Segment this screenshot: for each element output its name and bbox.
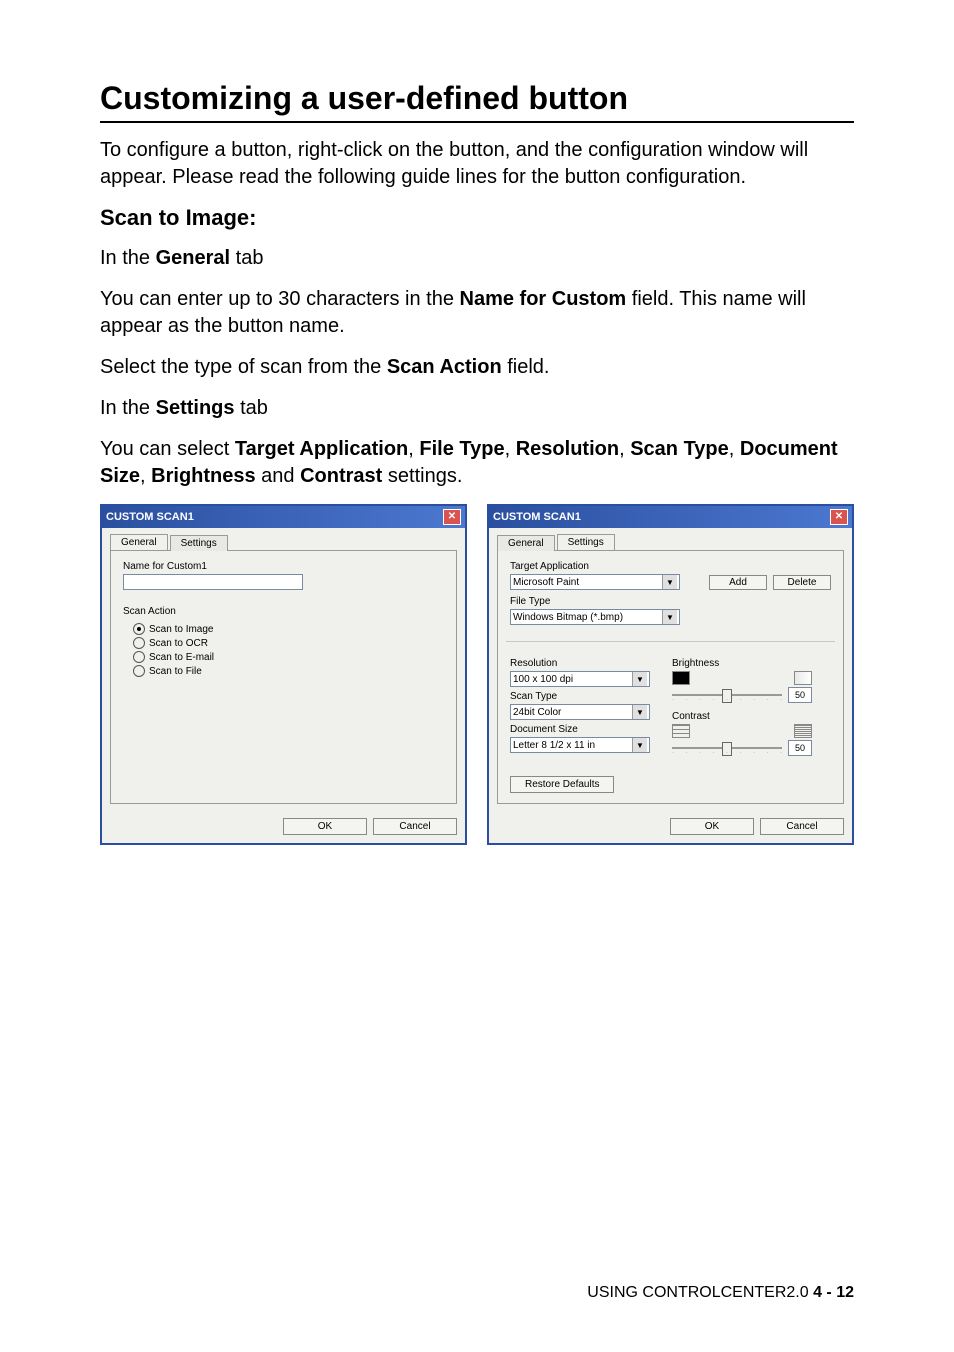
text-fragment: , (140, 465, 151, 487)
scan-action-paragraph: Select the type of scan from the Scan Ac… (100, 354, 854, 381)
text-fragment: , (619, 438, 630, 460)
dialog-title: CUSTOM SCAN1 (493, 511, 581, 523)
chevron-down-icon: ▼ (662, 610, 677, 624)
select-value: Microsoft Paint (513, 577, 579, 588)
tab-general[interactable]: General (110, 534, 168, 550)
brightness-light-icon (794, 671, 812, 685)
text-fragment: , (729, 438, 740, 460)
scan-to-image-heading: Scan to Image: (100, 205, 854, 231)
name-for-custom-input[interactable] (123, 574, 303, 590)
ok-button[interactable]: OK (283, 818, 367, 835)
chevron-down-icon: ▼ (632, 738, 647, 752)
name-for-custom-label: Name for Custom1 (123, 561, 444, 572)
chevron-down-icon: ▼ (662, 575, 677, 589)
text-fragment: field. (502, 356, 550, 378)
resolution-select[interactable]: 100 x 100 dpi ▼ (510, 671, 650, 687)
cancel-button[interactable]: Cancel (373, 818, 457, 835)
text-fragment: You can enter up to 30 characters in the (100, 288, 460, 310)
target-application-select[interactable]: Microsoft Paint ▼ (510, 574, 680, 590)
text-fragment: and (256, 465, 300, 487)
page-title: Customizing a user-defined button (100, 80, 854, 123)
file-type-select[interactable]: Windows Bitmap (*.bmp) ▼ (510, 609, 680, 625)
in-general-tab-line: In the General tab (100, 245, 854, 272)
contrast-slider[interactable]: ········· (672, 747, 782, 749)
custom-scan-general-dialog: CUSTOM SCAN1 ✕ General Settings Name for… (100, 504, 467, 845)
select-value: 24bit Color (513, 707, 561, 718)
add-button[interactable]: Add (709, 575, 767, 590)
file-type-label: File Type (510, 596, 831, 607)
bold-target-application: Target Application (235, 438, 408, 460)
general-bold: General (156, 247, 230, 269)
contrast-high-icon (794, 724, 812, 738)
radio-scan-to-ocr[interactable]: Scan to OCR (133, 637, 444, 649)
delete-button[interactable]: Delete (773, 575, 831, 590)
close-icon[interactable]: ✕ (830, 509, 848, 525)
text-fragment: settings. (382, 465, 462, 487)
text-fragment: , (505, 438, 516, 460)
scan-action-label: Scan Action (123, 606, 444, 617)
footer-text: USING CONTROLCENTER2.0 (587, 1284, 813, 1301)
select-value: Windows Bitmap (*.bmp) (513, 612, 623, 623)
contrast-low-icon (672, 724, 690, 738)
footer-page: 4 - 12 (813, 1284, 854, 1301)
tab-general[interactable]: General (497, 535, 555, 551)
restore-defaults-button[interactable]: Restore Defaults (510, 776, 614, 793)
scan-type-label: Scan Type (510, 691, 650, 702)
radio-label: Scan to E-mail (149, 652, 214, 663)
settings-list-paragraph: You can select Target Application, File … (100, 436, 854, 490)
document-size-label: Document Size (510, 724, 650, 735)
brightness-dark-icon (672, 671, 690, 685)
dialog-titlebar: CUSTOM SCAN1 ✕ (102, 506, 465, 528)
radio-label: Scan to Image (149, 624, 213, 635)
text-fragment: Select the type of scan from the (100, 356, 387, 378)
select-value: 100 x 100 dpi (513, 674, 573, 685)
bold-file-type: File Type (419, 438, 504, 460)
settings-bold: Settings (156, 397, 235, 419)
radio-scan-to-email[interactable]: Scan to E-mail (133, 651, 444, 663)
name-for-custom-paragraph: You can enter up to 30 characters in the… (100, 286, 854, 340)
document-size-select[interactable]: Letter 8 1/2 x 11 in ▼ (510, 737, 650, 753)
resolution-label: Resolution (510, 658, 650, 669)
text-fragment: In the (100, 247, 156, 269)
bold-scan-type: Scan Type (630, 438, 729, 460)
bold-brightness: Brightness (151, 465, 255, 487)
dialog-titlebar: CUSTOM SCAN1 ✕ (489, 506, 852, 528)
brightness-label: Brightness (672, 658, 812, 669)
name-for-custom-bold: Name for Custom (460, 288, 627, 310)
ok-button[interactable]: OK (670, 818, 754, 835)
in-settings-tab-line: In the Settings tab (100, 395, 854, 422)
contrast-value: 50 (788, 740, 812, 756)
radio-scan-to-image[interactable]: Scan to Image (133, 623, 444, 635)
contrast-label: Contrast (672, 711, 812, 722)
brightness-value: 50 (788, 687, 812, 703)
bold-resolution: Resolution (516, 438, 619, 460)
chevron-down-icon: ▼ (632, 705, 647, 719)
text-fragment: You can select (100, 438, 235, 460)
tab-settings[interactable]: Settings (557, 534, 615, 550)
radio-scan-to-file[interactable]: Scan to File (133, 665, 444, 677)
text-fragment: , (408, 438, 419, 460)
cancel-button[interactable]: Cancel (760, 818, 844, 835)
chevron-down-icon: ▼ (632, 672, 647, 686)
radio-label: Scan to OCR (149, 638, 208, 649)
text-fragment: tab (230, 247, 263, 269)
page-footer: USING CONTROLCENTER2.0 4 - 12 (587, 1284, 854, 1302)
brightness-slider[interactable]: ········· (672, 694, 782, 696)
dialog-title: CUSTOM SCAN1 (106, 511, 194, 523)
bold-contrast: Contrast (300, 465, 382, 487)
target-application-label: Target Application (510, 561, 703, 572)
close-icon[interactable]: ✕ (443, 509, 461, 525)
tab-settings[interactable]: Settings (170, 535, 228, 551)
text-fragment: tab (235, 397, 268, 419)
scan-action-bold: Scan Action (387, 356, 502, 378)
scan-type-select[interactable]: 24bit Color ▼ (510, 704, 650, 720)
intro-paragraph: To configure a button, right-click on th… (100, 137, 854, 191)
text-fragment: In the (100, 397, 156, 419)
select-value: Letter 8 1/2 x 11 in (513, 740, 595, 751)
custom-scan-settings-dialog: CUSTOM SCAN1 ✕ General Settings Target A… (487, 504, 854, 845)
radio-label: Scan to File (149, 666, 202, 677)
